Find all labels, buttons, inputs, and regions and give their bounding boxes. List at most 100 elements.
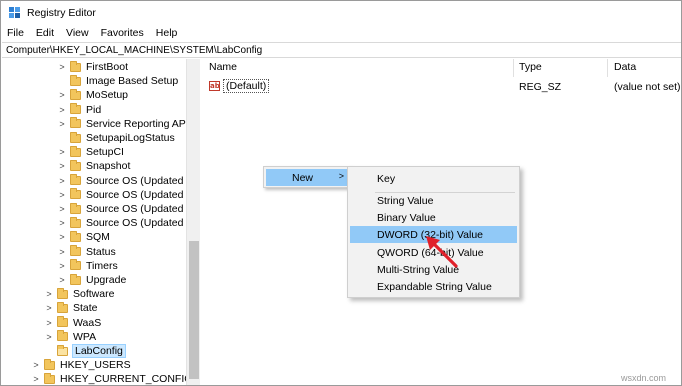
tree-item[interactable]: > Software xyxy=(44,287,114,301)
value-row-default[interactable]: ab (Default) xyxy=(209,79,270,93)
tree-scrollbar-thumb[interactable] xyxy=(189,241,199,379)
menu-file[interactable]: File xyxy=(1,25,30,42)
window-title: Registry Editor xyxy=(27,7,96,19)
tree-item[interactable]: > WPA xyxy=(44,330,96,344)
chevron-right-icon[interactable]: > xyxy=(57,247,67,257)
tree-item[interactable]: > HKEY_USERS xyxy=(31,358,131,372)
registry-tree: > FirstBoot Image Based Setup > MoSetup > Pid >… xyxy=(2,59,200,386)
chevron-right-icon[interactable]: > xyxy=(44,289,54,299)
ab-string-icon: ab xyxy=(209,81,220,91)
chevron-right-icon[interactable]: > xyxy=(57,275,67,285)
tree-item[interactable]: Image Based Setup xyxy=(57,74,178,88)
menu-favorites[interactable]: Favorites xyxy=(95,25,150,42)
tree-item[interactable]: > Upgrade xyxy=(57,273,126,287)
tree-item-label: FirstBoot xyxy=(86,61,129,74)
tree-scrollbar[interactable] xyxy=(186,59,200,385)
folder-icon xyxy=(70,245,81,257)
chevron-right-icon[interactable]: > xyxy=(57,261,67,271)
chevron-right-icon[interactable]: > xyxy=(57,232,67,242)
column-name-header[interactable]: Name xyxy=(209,61,237,77)
registry-editor-icon xyxy=(9,7,20,18)
chevron-right-icon[interactable]: > xyxy=(31,360,41,370)
tree-item[interactable]: > Status xyxy=(57,245,116,259)
tree-item[interactable]: > State xyxy=(44,301,98,315)
chevron-right-icon[interactable]: > xyxy=(57,190,67,200)
column-type-header[interactable]: Type xyxy=(519,61,542,77)
tree-item-label: Pid xyxy=(86,103,102,116)
chevron-right-icon[interactable]: > xyxy=(57,62,67,72)
address-bar[interactable]: Computer\HKEY_LOCAL_MACHINE\SYSTEM\LabCo… xyxy=(2,42,681,58)
tree-item-label: Software xyxy=(73,288,115,301)
menu-view[interactable]: View xyxy=(60,25,95,42)
folder-icon xyxy=(57,301,68,313)
tree-item-label: Image Based Setup xyxy=(86,75,179,88)
folder-icon xyxy=(44,358,55,370)
chevron-right-icon[interactable]: > xyxy=(31,374,41,384)
tree-item-label: Source OS (Updated on xyxy=(86,217,199,230)
submenu-item-binary-value[interactable]: Binary Value xyxy=(350,209,517,226)
tree-item[interactable]: > SetupCI xyxy=(57,145,124,159)
value-type: REG_SZ xyxy=(519,81,562,93)
chevron-right-icon[interactable]: > xyxy=(44,303,54,313)
value-data: (value not set) xyxy=(614,81,681,93)
tree-item-label: Service Reporting API xyxy=(86,117,189,130)
chevron-right-icon[interactable]: > xyxy=(57,176,67,186)
folder-icon xyxy=(57,344,68,356)
submenu-item-key[interactable]: Key xyxy=(350,170,517,187)
folder-icon xyxy=(70,216,81,228)
folder-icon xyxy=(70,159,81,171)
folder-icon xyxy=(57,330,68,342)
watermark: wsxdn.com xyxy=(621,373,667,383)
chevron-right-icon[interactable]: > xyxy=(57,218,67,228)
chevron-right-icon[interactable]: > xyxy=(57,119,67,129)
tree-item[interactable]: > Pid xyxy=(57,103,101,117)
tree-item[interactable]: > MoSetup xyxy=(57,88,128,102)
tree-item[interactable]: SetupapiLogStatus xyxy=(57,131,175,145)
tree-item[interactable]: > HKEY_CURRENT_CONFIG xyxy=(31,372,193,386)
tree-item[interactable]: LabConfig xyxy=(44,344,126,359)
folder-icon xyxy=(70,117,81,129)
tree-item-label: State xyxy=(73,302,98,315)
tree-item[interactable]: > Timers xyxy=(57,259,118,273)
tree-item[interactable]: > Snapshot xyxy=(57,159,130,173)
tree-item[interactable]: > Service Reporting API xyxy=(57,117,189,131)
chevron-right-icon[interactable]: > xyxy=(57,204,67,214)
chevron-right-icon[interactable]: > xyxy=(57,147,67,157)
folder-icon xyxy=(70,202,81,214)
tree-item[interactable]: > SQM xyxy=(57,230,110,244)
folder-icon xyxy=(70,88,81,100)
tree-item[interactable]: > FirstBoot xyxy=(57,60,128,74)
menu-help[interactable]: Help xyxy=(150,25,184,42)
chevron-right-icon[interactable]: > xyxy=(44,332,54,342)
folder-icon xyxy=(70,74,81,86)
folder-icon xyxy=(57,316,68,328)
chevron-right-icon[interactable]: > xyxy=(57,90,67,100)
tree-item[interactable]: > Source OS (Updated on xyxy=(57,188,198,202)
tree-item-label: Source OS (Updated on xyxy=(86,174,199,187)
tree-item[interactable]: > Source OS (Updated on xyxy=(57,202,198,216)
column-data-header[interactable]: Data xyxy=(614,61,636,77)
tree-item-label: Source OS (Updated on xyxy=(86,188,199,201)
tree-item-label: HKEY_USERS xyxy=(60,359,131,372)
chevron-right-icon[interactable]: > xyxy=(44,318,54,328)
menu-edit[interactable]: Edit xyxy=(30,25,60,42)
folder-icon xyxy=(70,230,81,242)
tree-item-label: Snapshot xyxy=(86,160,131,173)
tree-item[interactable]: > WaaS xyxy=(44,316,101,330)
chevron-right-icon[interactable]: > xyxy=(57,105,67,115)
menu-item-new[interactable]: New > xyxy=(266,169,349,186)
tree-item-label: SQM xyxy=(86,231,110,244)
column-divider[interactable] xyxy=(513,59,514,77)
tree-item[interactable]: > Source OS (Updated on xyxy=(57,216,198,230)
submenu-item-expandable-string-value[interactable]: Expandable String Value xyxy=(350,278,517,295)
tree-item-label: Source OS (Updated on xyxy=(86,203,199,216)
folder-icon xyxy=(70,174,81,186)
column-divider[interactable] xyxy=(607,59,608,77)
tree-item[interactable]: > Source OS (Updated on xyxy=(57,174,198,188)
title-bar: Registry Editor xyxy=(1,1,681,25)
submenu-item-string-value[interactable]: String Value xyxy=(350,192,517,209)
tree-item-label: HKEY_CURRENT_CONFIG xyxy=(60,373,193,386)
menu-bar: File Edit View Favorites Help xyxy=(1,25,681,42)
value-name: (Default) xyxy=(223,79,270,93)
chevron-right-icon[interactable]: > xyxy=(57,161,67,171)
